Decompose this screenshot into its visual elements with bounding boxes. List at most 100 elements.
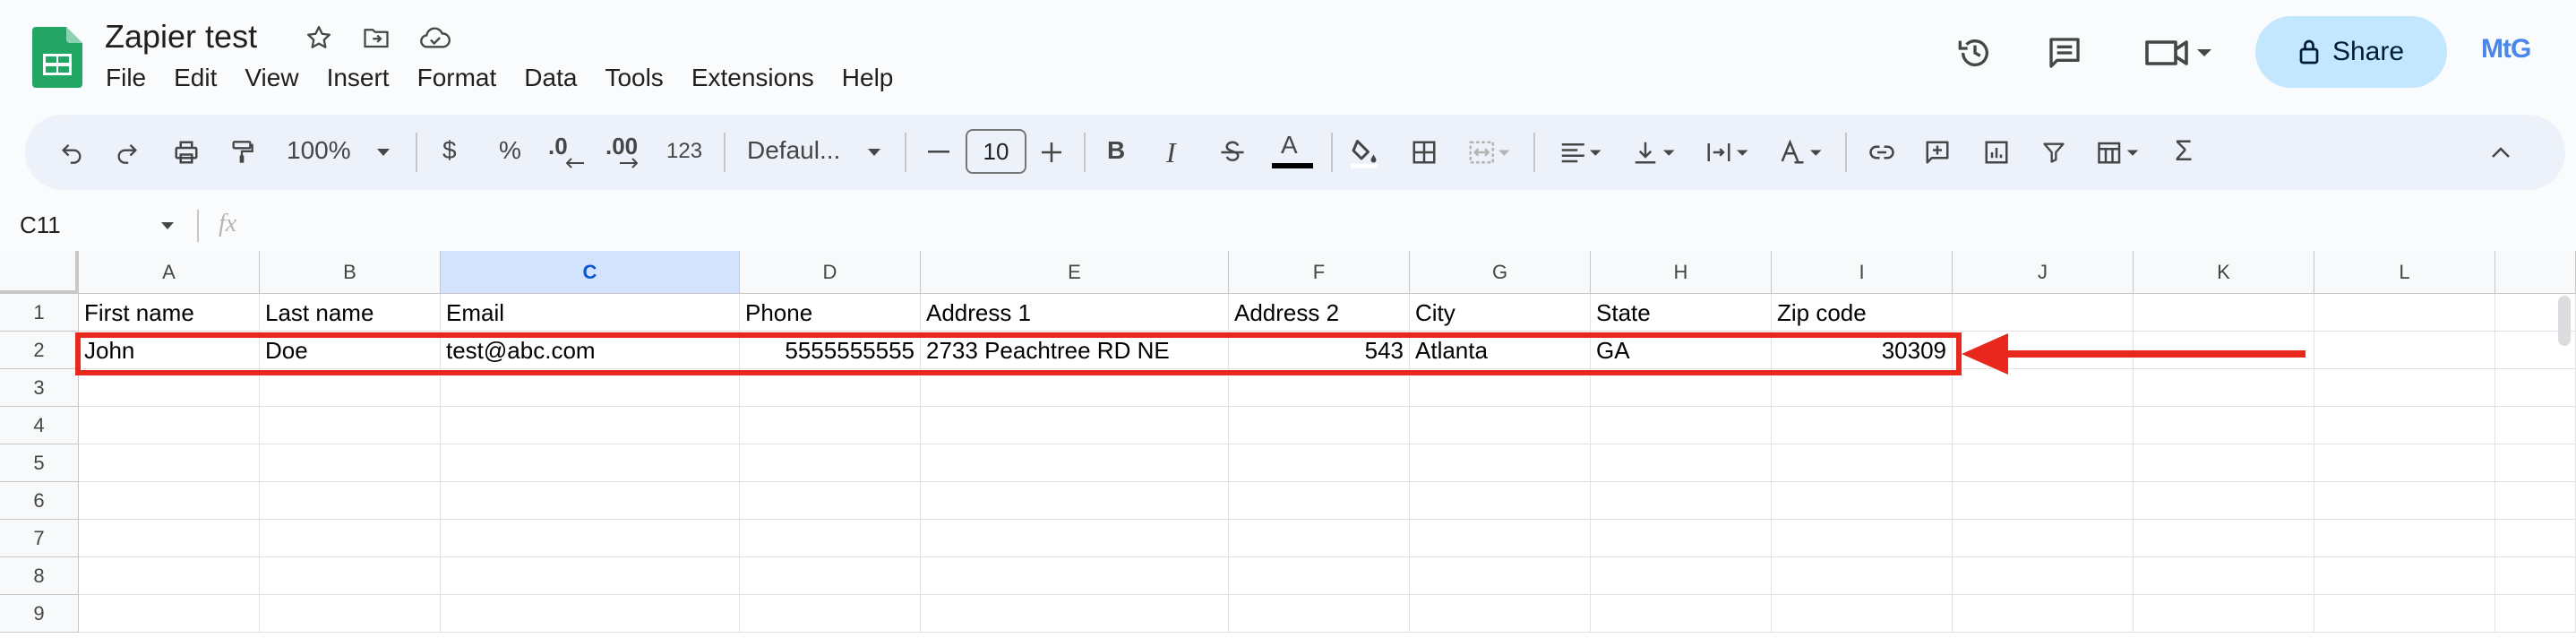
font-size-input[interactable]: 10 <box>966 129 1026 174</box>
cell-f9[interactable] <box>1229 595 1410 633</box>
cell-g9[interactable] <box>1410 595 1591 633</box>
cell-a1[interactable]: First name <box>79 294 260 332</box>
decrease-decimal-button[interactable]: .0 <box>548 131 586 172</box>
cell-i6[interactable] <box>1772 482 1953 520</box>
document-title[interactable]: Zapier test <box>105 18 257 56</box>
cell-g1[interactable]: City <box>1410 294 1591 332</box>
cell-c9[interactable] <box>441 595 740 633</box>
column-header-c[interactable]: C <box>441 251 740 294</box>
filter-icon[interactable] <box>2033 134 2074 170</box>
cell-k7[interactable] <box>2134 520 2314 557</box>
cell-c5[interactable] <box>441 444 740 482</box>
row-header-2[interactable]: 2 <box>0 332 79 369</box>
row-header-7[interactable]: 7 <box>0 520 79 557</box>
version-history-icon[interactable] <box>1953 30 1997 75</box>
menu-tools[interactable]: Tools <box>605 64 663 91</box>
cell-i1[interactable]: Zip code <box>1772 294 1953 332</box>
cell-g8[interactable] <box>1410 557 1591 595</box>
cell-a8[interactable] <box>79 557 260 595</box>
cell-i4[interactable] <box>1772 407 1953 444</box>
menu-extensions[interactable]: Extensions <box>691 64 814 91</box>
cell-e8[interactable] <box>921 557 1229 595</box>
redo-icon[interactable] <box>107 134 147 170</box>
cell-i8[interactable] <box>1772 557 1953 595</box>
cell-f7[interactable] <box>1229 520 1410 557</box>
cell-a6[interactable] <box>79 482 260 520</box>
vertical-align-icon[interactable] <box>1623 134 1686 170</box>
cell-i9[interactable] <box>1772 595 1953 633</box>
cell-f8[interactable] <box>1229 557 1410 595</box>
column-header-g[interactable]: G <box>1410 251 1591 294</box>
cell-b8[interactable] <box>260 557 441 595</box>
cell-k9[interactable] <box>2134 595 2314 633</box>
cell-f1[interactable]: Address 2 <box>1229 294 1410 332</box>
cell-f4[interactable] <box>1229 407 1410 444</box>
cell-j4[interactable] <box>1953 407 2134 444</box>
cell-g6[interactable] <box>1410 482 1591 520</box>
cell-k1[interactable] <box>2134 294 2314 332</box>
cell-a9[interactable] <box>79 595 260 633</box>
merge-cells-icon[interactable] <box>1458 134 1521 170</box>
menu-insert[interactable]: Insert <box>327 64 390 91</box>
cell-l4[interactable] <box>2314 407 2495 444</box>
cell-e1[interactable]: Address 1 <box>921 294 1229 332</box>
cell-k4[interactable] <box>2134 407 2314 444</box>
insert-chart-icon[interactable] <box>1976 134 2017 170</box>
menu-file[interactable]: File <box>106 64 146 91</box>
cell-e7[interactable] <box>921 520 1229 557</box>
comments-icon[interactable] <box>2042 30 2087 75</box>
column-header-l[interactable]: L <box>2314 251 2495 294</box>
menu-view[interactable]: View <box>245 64 298 91</box>
font-select[interactable]: Defaul... <box>747 136 840 165</box>
cell-e5[interactable] <box>921 444 1229 482</box>
print-icon[interactable] <box>167 134 206 170</box>
cell-l3[interactable] <box>2314 369 2495 407</box>
cell-j8[interactable] <box>1953 557 2134 595</box>
cell-e4[interactable] <box>921 407 1229 444</box>
undo-icon[interactable] <box>52 134 91 170</box>
cell-b6[interactable] <box>260 482 441 520</box>
row-header-3[interactable]: 3 <box>0 369 79 407</box>
cell-e9[interactable] <box>921 595 1229 633</box>
cell-l8[interactable] <box>2314 557 2495 595</box>
cell-h5[interactable] <box>1591 444 1772 482</box>
italic-button[interactable]: I <box>1166 136 1176 169</box>
cell-d7[interactable] <box>740 520 921 557</box>
zoom-dropdown-icon[interactable] <box>373 142 394 163</box>
cell-c7[interactable] <box>441 520 740 557</box>
column-header-d[interactable]: D <box>740 251 921 294</box>
increase-font-size-icon[interactable] <box>1035 134 1068 170</box>
cell-j5[interactable] <box>1953 444 2134 482</box>
menu-edit[interactable]: Edit <box>174 64 217 91</box>
paint-format-icon[interactable] <box>222 134 262 170</box>
zoom-select[interactable]: 100% <box>287 136 351 165</box>
functions-button[interactable]: Σ <box>2175 134 2193 168</box>
name-box[interactable]: C11 <box>20 208 181 244</box>
cell-b9[interactable] <box>260 595 441 633</box>
cell-c8[interactable] <box>441 557 740 595</box>
cell-l6[interactable] <box>2314 482 2495 520</box>
cell-i5[interactable] <box>1772 444 1953 482</box>
cell-h9[interactable] <box>1591 595 1772 633</box>
cell-b5[interactable] <box>260 444 441 482</box>
meet-icon[interactable] <box>2139 30 2220 75</box>
cell-g4[interactable] <box>1410 407 1591 444</box>
cell-h7[interactable] <box>1591 520 1772 557</box>
borders-icon[interactable] <box>1404 134 1444 170</box>
cell-j7[interactable] <box>1953 520 2134 557</box>
cell-a7[interactable] <box>79 520 260 557</box>
menu-data[interactable]: Data <box>524 64 577 91</box>
cell-h4[interactable] <box>1591 407 1772 444</box>
cell-l1[interactable] <box>2314 294 2495 332</box>
text-color-button[interactable]: A <box>1270 131 1315 174</box>
row-header-1[interactable]: 1 <box>0 294 79 332</box>
cell-d6[interactable] <box>740 482 921 520</box>
cell-c1[interactable]: Email <box>441 294 740 332</box>
select-all-corner[interactable] <box>0 251 79 294</box>
cell-d1[interactable]: Phone <box>740 294 921 332</box>
column-header-k[interactable]: K <box>2134 251 2314 294</box>
cell-c6[interactable] <box>441 482 740 520</box>
font-dropdown-icon[interactable] <box>863 142 885 163</box>
cell-f5[interactable] <box>1229 444 1410 482</box>
collapse-toolbar-icon[interactable] <box>2481 134 2520 170</box>
